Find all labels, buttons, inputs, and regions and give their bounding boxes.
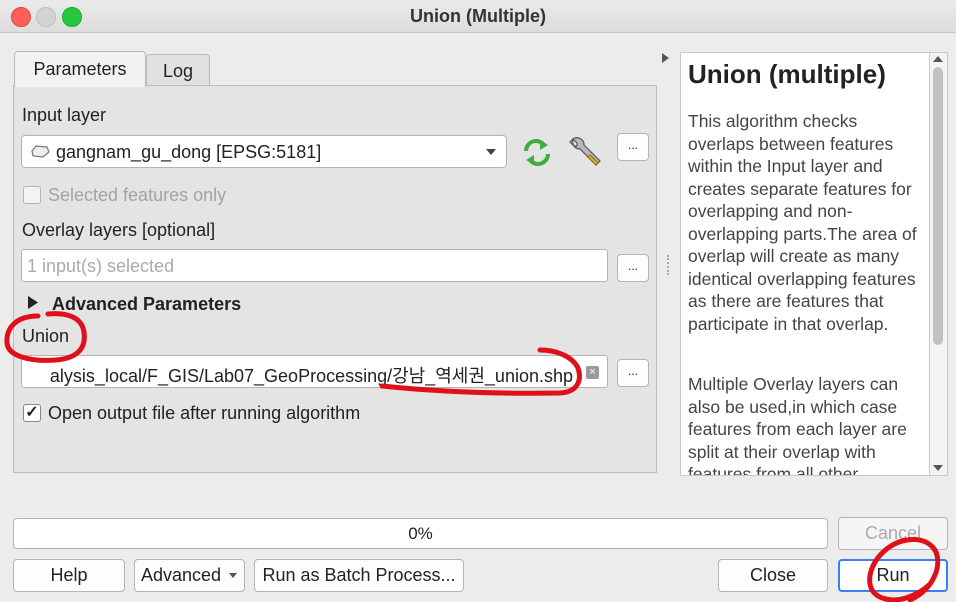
cancel-button[interactable]: Cancel bbox=[838, 517, 948, 550]
union-output-label: Union bbox=[22, 326, 70, 346]
help-button[interactable]: Help bbox=[13, 559, 125, 592]
window-title: Union (Multiple) bbox=[410, 6, 546, 26]
input-layer-combo[interactable]: gangnam_gu_dong [EPSG:5181] bbox=[21, 135, 507, 168]
overlay-layers-options-button[interactable]: ... bbox=[617, 254, 649, 282]
help-paragraph-1: This algorithm checks overlaps between f… bbox=[688, 111, 917, 334]
advanced-parameters-toggle[interactable]: Advanced Parameters bbox=[52, 294, 241, 315]
input-layer-label: Input layer bbox=[22, 105, 107, 125]
input-layer-options-button[interactable]: ... bbox=[617, 133, 649, 161]
run-batch-button[interactable]: Run as Batch Process... bbox=[254, 559, 464, 592]
polygon-layer-icon bbox=[31, 145, 50, 158]
chevron-down-icon bbox=[229, 573, 237, 578]
overlay-layers-field[interactable]: 1 input(s) selected bbox=[21, 249, 608, 282]
collapse-help-icon[interactable] bbox=[662, 53, 670, 63]
advanced-dropdown-button[interactable]: Advanced bbox=[134, 559, 245, 592]
selected-features-checkbox[interactable] bbox=[23, 186, 41, 204]
scroll-down-icon[interactable] bbox=[933, 465, 943, 471]
open-output-label: Open output file after running algorithm bbox=[48, 403, 361, 423]
tab-log[interactable]: Log bbox=[146, 54, 210, 85]
help-paragraph-2: Multiple Overlay layers can also be used… bbox=[688, 374, 907, 476]
help-title: Union (multiple) bbox=[688, 59, 886, 89]
wrench-icon[interactable] bbox=[568, 134, 604, 170]
tab-parameters[interactable]: Parameters bbox=[14, 51, 146, 87]
scroll-up-icon[interactable] bbox=[933, 56, 943, 62]
overlay-layers-placeholder: 1 input(s) selected bbox=[27, 256, 175, 276]
run-button[interactable]: Run bbox=[838, 559, 948, 592]
advanced-button-label: Advanced bbox=[141, 565, 222, 585]
title-bar: Union (Multiple) bbox=[0, 0, 956, 33]
open-output-checkbox[interactable]: ✓ bbox=[23, 404, 41, 422]
chevron-down-icon bbox=[486, 149, 496, 155]
help-scrollbar[interactable] bbox=[930, 52, 948, 476]
expand-triangle-icon[interactable] bbox=[28, 296, 38, 309]
input-layer-value: gangnam_gu_dong [EPSG:5181] bbox=[56, 142, 322, 162]
union-output-options-button[interactable]: ... bbox=[617, 359, 649, 387]
selected-features-label: Selected features only bbox=[48, 185, 227, 205]
close-button[interactable]: Close bbox=[718, 559, 828, 592]
refresh-icon[interactable] bbox=[521, 139, 553, 166]
scroll-thumb[interactable] bbox=[933, 67, 943, 345]
progress-bar: 0% bbox=[13, 518, 828, 549]
overlay-layers-label: Overlay layers [optional] bbox=[22, 220, 216, 240]
union-output-path: alysis_local/F_GIS/Lab07_GeoProcessing/강… bbox=[49, 366, 573, 386]
help-panel: Union (multiple) This algorithm checks o… bbox=[680, 52, 930, 476]
splitter-handle[interactable] bbox=[667, 255, 671, 275]
union-output-field[interactable]: alysis_local/F_GIS/Lab07_GeoProcessing/강… bbox=[21, 355, 608, 388]
clear-icon[interactable]: × bbox=[586, 366, 599, 379]
